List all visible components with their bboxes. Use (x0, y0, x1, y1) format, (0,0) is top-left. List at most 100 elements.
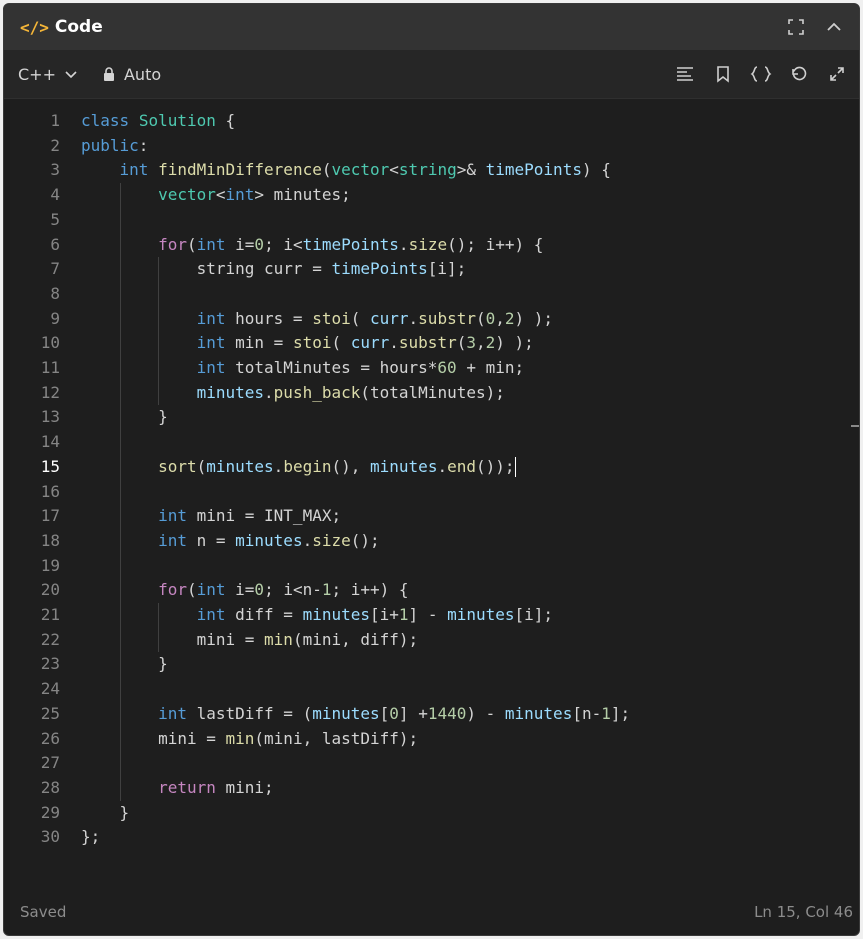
code-token: min = (225, 333, 293, 353)
code-token: ( (186, 580, 197, 600)
code-line[interactable]: 13 } (4, 405, 859, 430)
code-token: int (196, 605, 226, 624)
line-number: 8 (50, 283, 60, 303)
code-line[interactable]: 7 string curr = timePoints[i]; (4, 257, 859, 282)
language-select[interactable]: C++ (18, 65, 78, 84)
status-bar: Saved Ln 15, Col 46 (4, 889, 859, 935)
code-line[interactable]: 15 sort(minutes.begin(), minutes.end()); (4, 455, 859, 480)
code-token: 60 (437, 358, 457, 377)
fullscreen-icon[interactable] (783, 14, 809, 40)
code-line[interactable]: 27 (4, 751, 859, 776)
code-token: ] - (408, 605, 448, 624)
code-line[interactable]: 25 int lastDiff = (minutes[0] +1440) - m… (4, 702, 859, 727)
line-number: 5 (50, 209, 60, 229)
code-text: int min = stoi( curr.substr(3,2) ); (81, 331, 534, 356)
line-number: 28 (40, 777, 60, 797)
code-token: i= (225, 234, 255, 254)
code-token: ] + (398, 703, 428, 723)
code-token: mini = (158, 728, 226, 748)
code-line[interactable]: 17 int mini = INT_MAX; (4, 504, 859, 529)
code-text: mini = min(mini, lastDiff); (81, 727, 418, 752)
line-number: 20 (40, 580, 60, 600)
code-token: 0 (254, 580, 265, 600)
code-line[interactable]: 11 int totalMinutes = hours*60 + min; (4, 356, 859, 381)
code-token: int (158, 506, 187, 526)
braces-icon[interactable] (747, 60, 775, 88)
code-token: mini; (215, 777, 274, 797)
code-token: hours = (225, 308, 313, 328)
code-token: size (408, 234, 448, 254)
code-editor[interactable]: 1 class Solution {2 public: 3 int findMinDi… (4, 99, 859, 889)
code-token: (), (331, 456, 371, 476)
code-token: ; i<n- (264, 580, 322, 600)
code-line[interactable]: 19 (4, 554, 859, 579)
code-line[interactable]: 5 (4, 208, 859, 233)
line-number: 1 (50, 111, 60, 130)
code-token: ( (456, 333, 467, 353)
code-token: 1440 (427, 703, 467, 723)
code-token: (mini, diff); (292, 629, 419, 649)
code-line[interactable]: 28 return mini; (4, 776, 859, 801)
format-icon[interactable] (671, 60, 699, 88)
reset-icon[interactable] (785, 60, 813, 88)
code-line[interactable]: 1 class Solution { (4, 109, 859, 134)
code-token: ) - (466, 703, 505, 723)
code-text: public: (81, 134, 148, 159)
code-token: return (158, 777, 216, 797)
code-token: [i+ (370, 605, 399, 624)
code-line[interactable]: 8 (4, 282, 859, 307)
code-line[interactable]: 16 (4, 480, 859, 505)
save-status: Saved (20, 903, 67, 921)
code-token: (totalMinutes); (360, 382, 505, 402)
code-token: [i]; (427, 259, 467, 279)
cursor-position: Ln 15, Col 46 (754, 903, 853, 921)
code-line[interactable]: 20 for(int i=0; i<n-1; i++) { (4, 578, 859, 603)
code-line[interactable]: 12 minutes.push_back(totalMinutes); (4, 381, 859, 406)
line-number: 19 (40, 555, 60, 575)
code-line[interactable]: 3 int findMinDifference(vector<string>& … (4, 158, 859, 183)
code-token: ; i++) { (331, 580, 409, 600)
code-token: ) ); (514, 308, 554, 328)
code-line[interactable]: 18 int n = minutes.size(); (4, 529, 859, 554)
code-line[interactable]: 21 int diff = minutes[i+1] - minutes[i]; (4, 603, 859, 628)
collapse-chevron-up-icon[interactable] (821, 14, 847, 40)
autocomplete-mode[interactable]: Auto (102, 65, 161, 84)
code-line[interactable]: 23 } (4, 652, 859, 677)
code-token: end (447, 456, 476, 476)
code-token: vector (331, 160, 390, 180)
code-line[interactable]: 10 int min = stoi( curr.substr(3,2) ); (4, 331, 859, 356)
code-token: min (264, 629, 293, 649)
code-line[interactable]: 26 mini = min(mini, lastDiff); (4, 727, 859, 752)
bookmark-icon[interactable] (709, 60, 737, 88)
code-line[interactable]: 14 (4, 430, 859, 455)
code-line[interactable]: 29 } (4, 801, 859, 826)
expand-icon[interactable] (823, 60, 851, 88)
code-token: curr (370, 308, 409, 328)
code-text: } (81, 405, 168, 430)
code-text: int hours = stoi( curr.substr(0,2) ); (81, 307, 553, 332)
line-number: 18 (40, 530, 60, 550)
code-token: 0 (389, 703, 399, 723)
code-line[interactable]: 24 (4, 677, 859, 702)
code-token: i= (225, 580, 255, 600)
code-token: minutes (504, 703, 573, 723)
code-line[interactable]: 30}; (4, 825, 859, 850)
line-number: 27 (40, 753, 60, 773)
code-token: (mini, lastDiff); (254, 728, 419, 748)
code-line[interactable]: 2 public: (4, 134, 859, 159)
code-line[interactable]: 4 vector<int> minutes; (4, 183, 859, 208)
code-token: ( (350, 308, 370, 328)
code-text: class Solution { (81, 109, 235, 134)
line-number: 30 (40, 827, 60, 847)
code-line[interactable]: 9 int hours = stoi( curr.substr(0,2) ); (4, 307, 859, 332)
code-line[interactable]: 6 for(int i=0; i<timePoints.size(); i++)… (4, 233, 859, 258)
line-number: 10 (40, 333, 60, 353)
code-token: minutes (235, 530, 303, 550)
code-line[interactable]: 22 mini = min(mini, diff); (4, 628, 859, 653)
code-token: } (81, 654, 168, 674)
